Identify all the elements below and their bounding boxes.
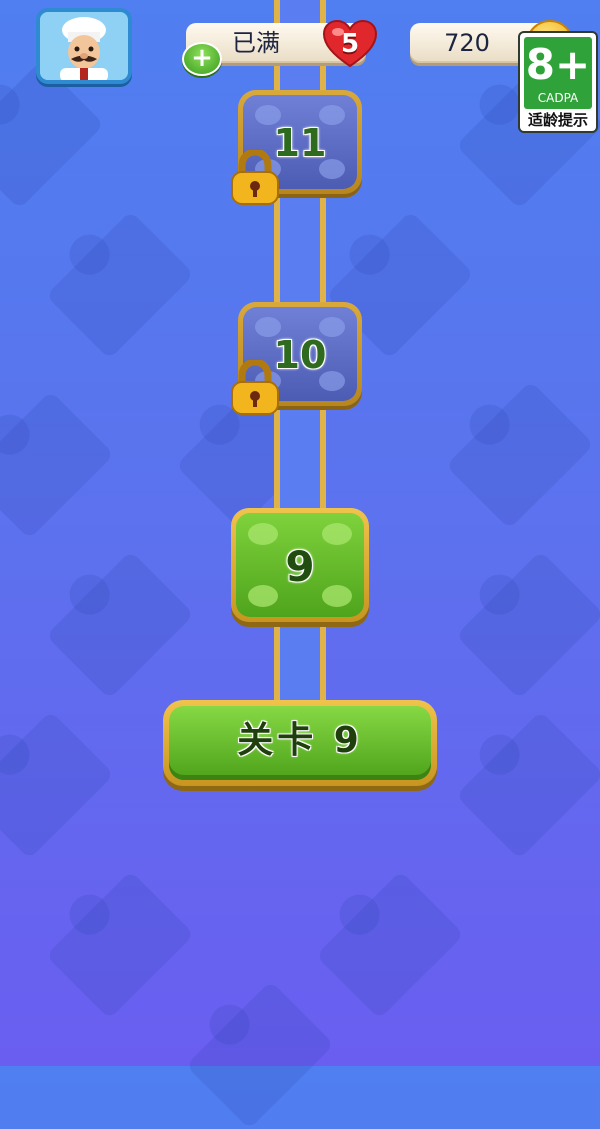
level-tile-face: 9 [236, 513, 364, 617]
background-pattern [445, 380, 595, 530]
background-pattern [0, 710, 115, 860]
add-lives-button[interactable]: + [182, 42, 222, 76]
player-avatar-button[interactable] [36, 8, 132, 84]
chef-avatar-icon [40, 12, 128, 80]
age-rating-panel: 8+ CADPA [524, 37, 592, 109]
play-level-button[interactable]: 关卡 9 [163, 700, 437, 786]
play-level-label: 关卡 9 [169, 706, 431, 780]
age-rating-org: CADPA [537, 91, 579, 105]
background-pattern [185, 980, 335, 1129]
coins-count: 720 [444, 29, 490, 57]
background-pattern [45, 550, 195, 700]
age-rating-label: 适龄提示 [527, 111, 588, 129]
background-pattern [45, 210, 195, 360]
level-tile-9[interactable]: 9 [231, 508, 369, 622]
padlock-icon [231, 150, 279, 205]
tile-stud [248, 523, 278, 545]
plus-icon: + [191, 43, 213, 73]
tile-stud [322, 523, 352, 545]
lives-count: 5 [340, 29, 360, 59]
background-pattern [455, 710, 600, 860]
background-pattern [455, 550, 600, 700]
level-number: 9 [285, 542, 315, 591]
background-pattern [315, 870, 465, 1020]
age-rating-number: 8+ [525, 40, 591, 89]
background-pattern [0, 390, 115, 540]
age-rating-badge: 8+ CADPA 适龄提示 [518, 31, 598, 133]
background-pattern [45, 870, 195, 1020]
padlock-icon [231, 360, 279, 415]
lives-status: 已满 [232, 29, 280, 57]
